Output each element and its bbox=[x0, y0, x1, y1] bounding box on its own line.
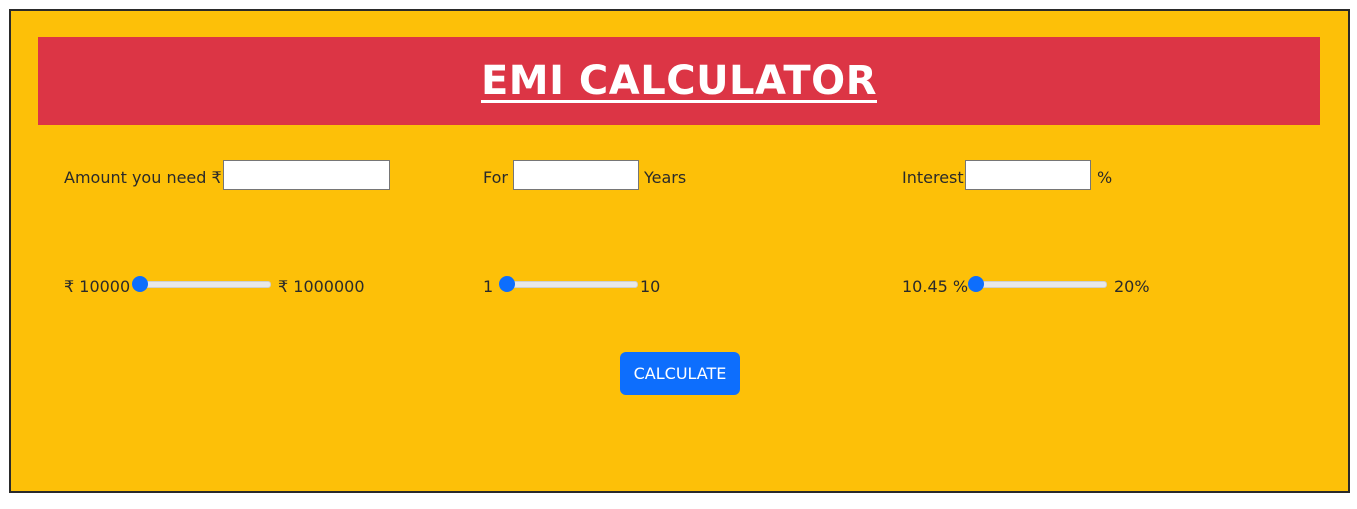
years-max-label: 10 bbox=[640, 277, 661, 296]
years-slider-thumb[interactable] bbox=[499, 276, 515, 292]
interest-slider-track bbox=[968, 281, 1107, 288]
interest-max-label: 20% bbox=[1114, 277, 1150, 296]
years-slider-track bbox=[499, 281, 638, 288]
years-input[interactable] bbox=[513, 160, 639, 190]
interest-min-label: 10.45 % bbox=[902, 277, 969, 296]
calculator-panel: EMI CALCULATOR Amount you need ₹ For Yea… bbox=[9, 9, 1350, 493]
years-suffix-label: Years bbox=[644, 168, 687, 187]
interest-suffix-label: % bbox=[1097, 168, 1113, 187]
interest-slider-thumb[interactable] bbox=[968, 276, 984, 292]
years-min-label: 1 bbox=[483, 277, 494, 296]
calculate-button[interactable]: CALCULATE bbox=[620, 352, 740, 395]
header-banner: EMI CALCULATOR bbox=[38, 37, 1320, 125]
interest-input[interactable] bbox=[965, 160, 1091, 190]
interest-slider[interactable] bbox=[968, 276, 1107, 292]
years-slider[interactable] bbox=[499, 276, 638, 292]
amount-slider[interactable] bbox=[132, 276, 271, 292]
amount-label: Amount you need ₹ bbox=[64, 168, 222, 187]
interest-label: Interest bbox=[902, 168, 964, 187]
amount-max-label: ₹ 1000000 bbox=[278, 277, 365, 296]
amount-input[interactable] bbox=[223, 160, 390, 190]
amount-slider-track bbox=[132, 281, 271, 288]
amount-slider-thumb[interactable] bbox=[132, 276, 148, 292]
page-title: EMI CALCULATOR bbox=[480, 58, 877, 104]
years-prefix-label: For bbox=[483, 168, 508, 187]
amount-min-label: ₹ 10000 bbox=[64, 277, 131, 296]
